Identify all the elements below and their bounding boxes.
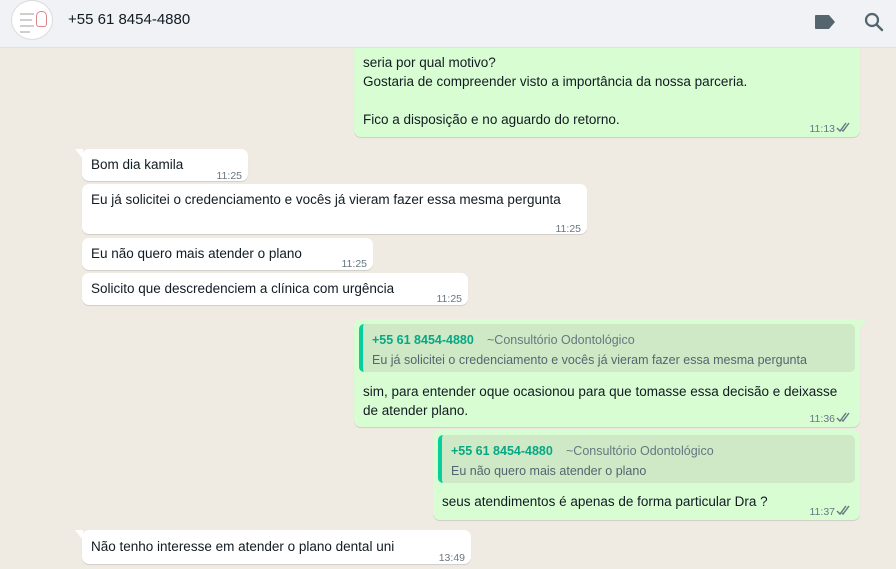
message-text: Gostaria de compreender visto a importân… (363, 74, 748, 89)
incoming-message[interactable]: Não tenho interesse em atender o plano d… (75, 530, 471, 564)
message-time: 11:13 (809, 123, 836, 135)
avatar-line (20, 31, 30, 33)
message-text: Não tenho interesse em atender o plano d… (91, 539, 395, 554)
incoming-message[interactable]: Solicito que descredenciem a clínica com… (82, 273, 468, 305)
message-list[interactable]: seria por qual motivo? Gostaria de compr… (0, 48, 896, 569)
message-time: 11:25 (341, 258, 368, 270)
chat-header: +55 61 8454-4880 (0, 0, 896, 48)
message-text: Bom dia kamila (91, 157, 184, 172)
quoted-sender-group: ~Consultório Odontológico (487, 333, 635, 347)
message-text: de atender plano. (363, 403, 469, 418)
avatar-line (20, 25, 34, 27)
incoming-message[interactable]: Eu não quero mais atender o plano 11:25 (82, 238, 373, 270)
contact-avatar[interactable] (11, 0, 53, 40)
incoming-message[interactable]: Eu já solicitei o credenciamento e vocês… (82, 184, 587, 235)
double-check-icon (836, 122, 850, 133)
avatar-line (20, 19, 32, 21)
message-time: 11:36 (809, 413, 836, 425)
outgoing-reply-message[interactable]: +55 61 8454-4880 ~Consultório Odontológi… (354, 319, 867, 427)
quoted-text: Eu não quero mais atender o plano (451, 464, 647, 478)
double-check-icon (836, 505, 850, 516)
outgoing-reply-message[interactable]: +55 61 8454-4880 ~Consultório Odontológi… (433, 430, 860, 520)
quoted-sender: +55 61 8454-4880 (451, 444, 553, 458)
message-time: 11:37 (809, 506, 836, 518)
message-text: Fico a disposição e no aguardo do retorn… (363, 112, 620, 127)
quoted-message[interactable]: +55 61 8454-4880 ~Consultório Odontológi… (359, 324, 855, 372)
contact-name[interactable]: +55 61 8454-4880 (68, 11, 190, 28)
double-check-icon (836, 412, 850, 423)
message-text: seria por qual motivo? (363, 55, 496, 70)
incoming-message[interactable]: Bom dia kamila 11:25 (75, 149, 248, 182)
message-text: seus atendimentos é apenas de forma part… (442, 494, 768, 509)
message-text: Solicito que descredenciem a clínica com… (91, 281, 395, 296)
message-time: 13:49 (438, 552, 465, 564)
quoted-sender-group: ~Consultório Odontológico (566, 444, 714, 458)
message-text: sim, para entender oque ocasionou para q… (363, 384, 838, 399)
search-icon[interactable] (861, 9, 887, 35)
avatar-line (20, 13, 34, 15)
tooth-logo-icon (36, 11, 47, 27)
message-time: 11:25 (436, 293, 463, 305)
outgoing-message[interactable]: seria por qual motivo? Gostaria de compr… (354, 48, 860, 137)
message-text: Eu não quero mais atender o plano (91, 246, 302, 261)
quoted-message[interactable]: +55 61 8454-4880 ~Consultório Odontológi… (438, 435, 855, 483)
message-text: Eu já solicitei o credenciamento e vocês… (91, 192, 561, 207)
label-icon[interactable] (812, 9, 838, 35)
quoted-sender: +55 61 8454-4880 (372, 333, 474, 347)
quoted-text: Eu já solicitei o credenciamento e vocês… (372, 353, 807, 367)
message-time: 11:25 (555, 223, 582, 235)
